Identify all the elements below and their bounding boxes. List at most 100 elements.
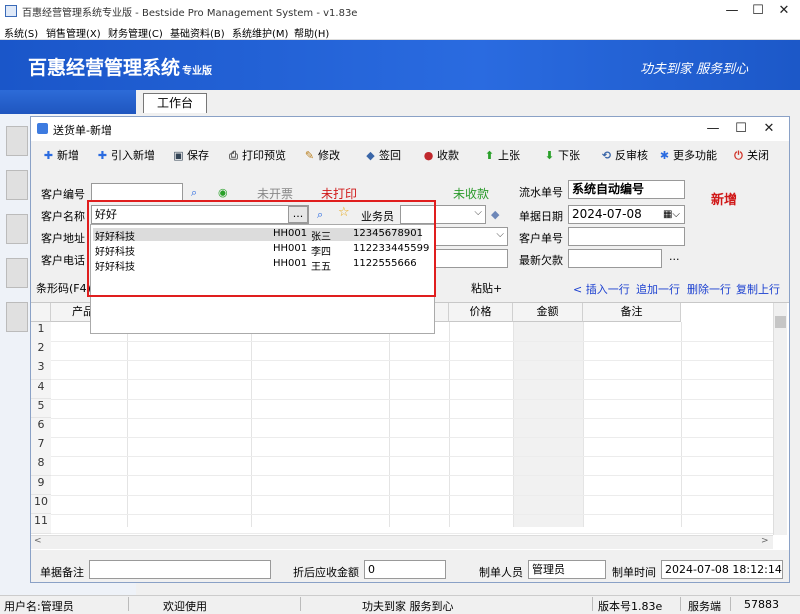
latest-debt-label: 最新欠款 <box>519 254 563 267</box>
nav-button[interactable] <box>6 302 28 332</box>
grid-row-number: 4 <box>31 379 51 400</box>
grid-row-number: 1 <box>31 322 51 342</box>
make-time-label: 制单时间 <box>612 566 656 579</box>
product-grid[interactable]: 产品编 价格 金额 备注 1 2 3 4 5 6 7 8 9 10 11 < > <box>31 302 789 550</box>
copy-row-button[interactable]: 复制上行 <box>736 281 780 297</box>
grid-row-line <box>51 494 773 496</box>
next-button[interactable]: ⬇ 下张 <box>544 147 580 163</box>
doc-note-input[interactable] <box>89 560 271 579</box>
prev-button[interactable]: ⬆ 上张 <box>484 147 520 163</box>
grid-row-number: 10 <box>31 494 51 515</box>
banner-slogan: 功夫到家 服务到心 <box>640 62 749 77</box>
grid-row-line <box>51 456 773 458</box>
customer-code-label: 客户编号 <box>41 188 85 201</box>
discounted-amount-field: 0 <box>364 560 446 579</box>
printer-icon: ⎙ <box>229 149 238 162</box>
not-collected-status: 未收款 <box>453 187 490 201</box>
more-functions-button[interactable]: ✱ 更多功能 <box>659 147 717 163</box>
menu-basic-data[interactable]: 基础资料(B) <box>170 25 225 40</box>
new-button[interactable]: ✚ 新增 <box>43 147 79 163</box>
close-button[interactable]: ⏻ 关闭 <box>733 147 769 163</box>
menu-system[interactable]: 系统(S) <box>4 25 38 40</box>
collect-button[interactable]: ● 收款 <box>423 147 459 163</box>
nav-button[interactable] <box>6 126 28 156</box>
grid-col-line <box>681 322 682 527</box>
menu-maintenance[interactable]: 系统维护(M) <box>232 25 288 40</box>
menu-finance[interactable]: 财务管理(C) <box>108 25 163 40</box>
app-title: 百惠经营管理系统专业版 - Bestside Pro Management Sy… <box>22 8 358 19</box>
edit-button[interactable]: ✎ 修改 <box>304 147 340 163</box>
grid-header-corner <box>31 303 51 322</box>
menu-help[interactable]: 帮助(H) <box>294 25 329 40</box>
scroll-left-icon[interactable]: < <box>34 536 42 546</box>
doc-date-value: 2024-07-08 <box>572 207 642 221</box>
tab-workspace[interactable]: 工作台 <box>143 93 207 113</box>
left-nav-header <box>0 90 136 114</box>
add-customer-icon[interactable]: ◉ <box>218 187 228 199</box>
nav-button[interactable] <box>6 214 28 244</box>
power-icon: ⏻ <box>734 149 743 162</box>
dialog-maximize-icon[interactable]: ☐ <box>731 120 751 138</box>
close-icon[interactable]: ✕ <box>774 2 794 20</box>
grid-col-line <box>251 322 252 527</box>
dialog-close-icon[interactable]: ✕ <box>759 120 779 138</box>
paste-button[interactable]: 粘贴+ <box>471 280 502 296</box>
dialog-minimize-icon[interactable]: — <box>703 120 723 138</box>
grid-row-line <box>51 379 773 381</box>
grid-col-line <box>583 322 584 527</box>
doc-note-label: 单据备注 <box>40 566 84 579</box>
menu-sales[interactable]: 销售管理(X) <box>46 25 101 40</box>
eraser-icon[interactable]: ◆ <box>491 209 499 221</box>
app-icon <box>5 5 17 17</box>
nav-button[interactable] <box>6 258 28 288</box>
grid-row-number: 3 <box>31 360 51 380</box>
minimize-icon[interactable]: — <box>722 2 742 20</box>
delete-row-button[interactable]: 删除一行 <box>687 281 731 297</box>
grid-row-number: 7 <box>31 437 51 457</box>
maker-field: 管理员 <box>528 560 606 579</box>
discounted-amount-label: 折后应收金额 <box>293 566 359 579</box>
plus-icon: ✚ <box>43 149 54 162</box>
arrow-up-icon: ⬆ <box>484 149 495 162</box>
dialog-toolbar: ✚ 新增 ✚ 引入新增 ▣ 保存 ⎙ 打印预览 ✎ 修改 ◆ 签回 ● 收款 ⬆ 上张 ⬇ 下张 … <box>31 143 789 167</box>
serial-label: 流水单号 <box>519 186 563 199</box>
vertical-scroll-thumb[interactable] <box>775 316 786 328</box>
print-preview-button[interactable]: ⎙ 打印预览 <box>228 147 286 163</box>
sign-back-button[interactable]: ◆ 签回 <box>365 147 401 163</box>
nav-button[interactable] <box>6 170 28 200</box>
amount-column-shade <box>513 322 583 527</box>
unaudit-icon: ⟲ <box>601 149 612 162</box>
scroll-right-icon[interactable]: > <box>761 536 769 546</box>
serial-number-field: 系统自动编号 <box>568 180 685 199</box>
maximize-icon[interactable]: ☐ <box>748 2 768 20</box>
dialog-icon <box>37 123 48 134</box>
unaudit-button[interactable]: ⟲ 反审核 <box>601 147 648 163</box>
dialog-title: 送货单-新增 <box>53 124 112 137</box>
grid-col-line <box>449 322 450 527</box>
append-row-button[interactable]: 追加一行 <box>636 281 680 297</box>
horizontal-scrollbar[interactable]: < > <box>31 535 773 549</box>
grid-row-line <box>51 398 773 400</box>
grid-row-number: 5 <box>31 398 51 419</box>
vertical-scrollbar[interactable] <box>773 303 787 535</box>
grid-header-note: 备注 <box>583 303 681 322</box>
import-new-button[interactable]: ✚ 引入新增 <box>97 147 155 163</box>
grid-header-price: 价格 <box>449 303 513 322</box>
brand-title: 百惠经营管理系统 专业版 <box>28 57 213 79</box>
insert-row-button[interactable]: < 插入一行 <box>573 281 630 297</box>
latest-debt-more-button[interactable]: ... <box>669 250 680 263</box>
barcode-label: 条形码(F4) <box>36 282 91 295</box>
plus-icon: ✚ <box>97 149 108 162</box>
calendar-icon[interactable]: ▦⌵ <box>663 206 680 223</box>
edit-icon: ✎ <box>304 149 315 162</box>
grid-header-amount: 金额 <box>513 303 583 322</box>
customer-phone-label: 客户电话 <box>41 254 85 267</box>
search-icon[interactable]: ⌕ <box>191 187 197 199</box>
status-separator <box>730 597 731 611</box>
grid-row-number: 2 <box>31 341 51 361</box>
customer-doc-input[interactable] <box>568 227 685 246</box>
doc-date-input[interactable]: 2024-07-08 ▦⌵ <box>568 205 685 224</box>
grid-col-line <box>389 322 390 527</box>
banner: 百惠经营管理系统 专业版 功夫到家 服务到心 <box>0 40 800 90</box>
save-button[interactable]: ▣ 保存 <box>173 147 209 163</box>
